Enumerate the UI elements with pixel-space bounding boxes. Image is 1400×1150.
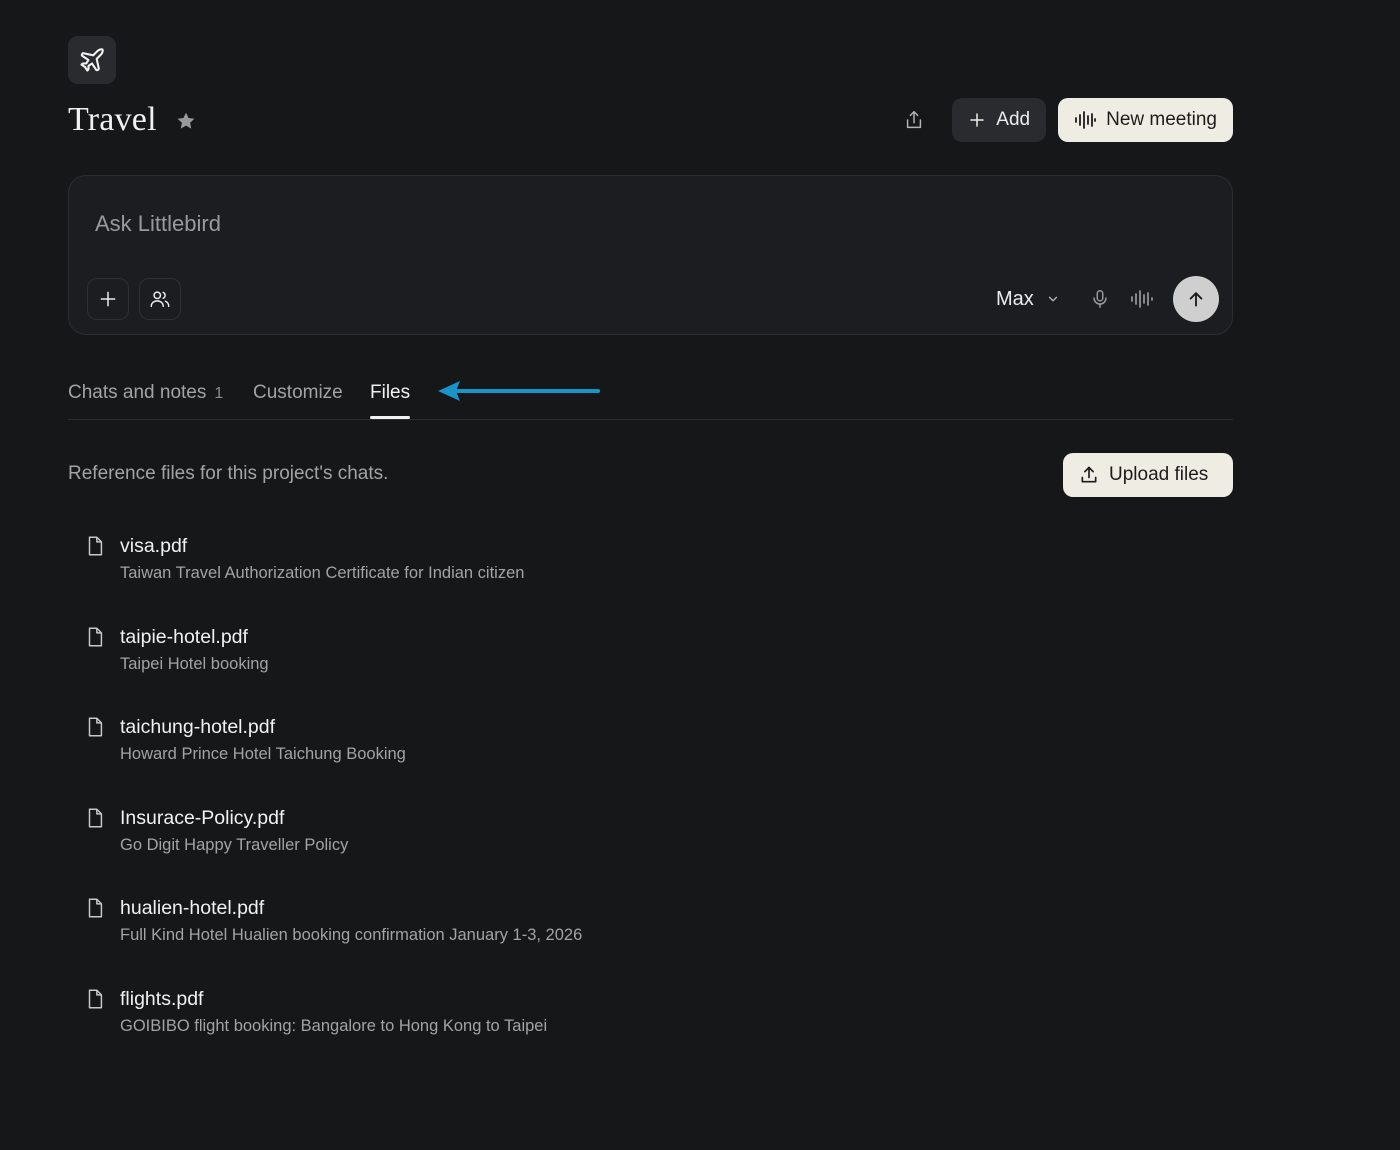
microphone-button[interactable] <box>1085 284 1115 314</box>
new-meeting-button[interactable]: New meeting <box>1058 98 1233 142</box>
file-icon <box>88 898 103 918</box>
file-icon <box>88 536 103 556</box>
microphone-icon <box>1093 290 1107 308</box>
tab-label: Files <box>370 382 411 403</box>
users-icon <box>150 291 170 308</box>
file-list-item[interactable]: flights.pdf GOIBIBO flight booking: Bang… <box>84 983 1184 1074</box>
upload-files-button[interactable]: Upload files <box>1063 453 1233 497</box>
file-icon <box>88 717 103 737</box>
file-name: hualien-hotel.pdf <box>120 897 265 920</box>
people-button[interactable] <box>139 278 181 320</box>
file-name: flights.pdf <box>120 987 204 1010</box>
tab-bar: Chats and notes 1 Customize Files <box>68 370 1233 420</box>
plus-icon <box>100 291 116 307</box>
file-icon <box>88 627 103 647</box>
file-name: visa.pdf <box>120 535 188 557</box>
arrow-up-icon <box>1189 292 1203 307</box>
model-select-value: Max <box>996 287 1034 310</box>
add-button-label: Add <box>996 109 1031 130</box>
file-description: Howard Prince Hotel Taichung Booking <box>120 745 406 764</box>
file-icon <box>88 808 103 828</box>
voice-mode-button[interactable] <box>1127 284 1157 314</box>
project-icon[interactable] <box>68 36 116 84</box>
file-name: taipie-hotel.pdf <box>120 625 248 648</box>
file-list-item[interactable]: hualien-hotel.pdf Full Kind Hotel Hualie… <box>84 892 1184 983</box>
tab-files[interactable]: Files <box>370 382 411 419</box>
favorite-star-button[interactable] <box>175 110 197 132</box>
file-list-item[interactable]: taichung-hotel.pdf Howard Prince Hotel T… <box>84 711 1184 802</box>
file-list-item[interactable]: Insurace-Policy.pdf Go Digit Happy Trave… <box>84 802 1184 893</box>
plus-icon <box>968 111 986 129</box>
attach-button[interactable] <box>87 278 129 320</box>
waveform-icon <box>1131 290 1153 308</box>
share-button[interactable] <box>894 98 934 142</box>
tab-label: Chats and notes <box>68 382 207 403</box>
send-button[interactable] <box>1173 276 1219 322</box>
project-page: Travel Add New meeting Ask Littlebird Ma… <box>0 0 1400 1150</box>
tab-customize[interactable]: Customize <box>253 382 343 418</box>
file-list: visa.pdf Taiwan Travel Authorization Cer… <box>84 530 1184 1074</box>
file-description: Full Kind Hotel Hualien booking confirma… <box>120 926 583 945</box>
files-description: Reference files for this project's chats… <box>68 463 389 484</box>
new-meeting-label: New meeting <box>1106 109 1217 130</box>
tab-count-badge: 1 <box>214 385 224 402</box>
file-description: GOIBIBO flight booking: Bangalore to Hon… <box>120 1016 548 1035</box>
chevron-down-icon <box>1046 292 1060 306</box>
file-list-item[interactable]: visa.pdf Taiwan Travel Authorization Cer… <box>84 530 1184 621</box>
page-title: Travel <box>68 101 157 138</box>
upload-files-label: Upload files <box>1109 464 1209 485</box>
file-list-item[interactable]: taipie-hotel.pdf Taipei Hotel booking <box>84 621 1184 712</box>
file-name: taichung-hotel.pdf <box>120 716 276 739</box>
header-actions: Add New meeting <box>894 98 1233 142</box>
share-icon <box>907 111 922 129</box>
title-row: Travel Add New meeting <box>68 96 1233 144</box>
file-description: Taiwan Travel Authorization Certificate … <box>120 564 525 582</box>
airplane-icon <box>80 48 104 72</box>
annotation-arrow-icon <box>438 381 600 401</box>
add-button[interactable]: Add <box>952 98 1047 142</box>
star-icon <box>177 112 195 129</box>
file-name: Insurace-Policy.pdf <box>120 806 285 829</box>
file-description: Taipei Hotel booking <box>120 654 269 673</box>
file-description: Go Digit Happy Traveller Policy <box>120 835 349 854</box>
model-select[interactable]: Max <box>996 284 1060 314</box>
ask-input[interactable] <box>95 206 1195 242</box>
file-icon <box>88 989 103 1009</box>
upload-icon <box>1079 465 1099 485</box>
ask-composer: Max <box>68 175 1233 335</box>
tab-chats-and-notes[interactable]: Chats and notes 1 <box>68 382 223 418</box>
tab-label: Customize <box>253 382 343 403</box>
waveform-icon <box>1074 110 1097 130</box>
